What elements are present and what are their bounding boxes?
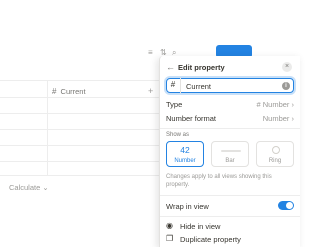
duplicate-property-label: Duplicate property	[180, 235, 241, 244]
column-header-label: Current	[60, 87, 86, 96]
divider	[160, 195, 300, 196]
edit-property-panel: ← Edit property × # Current i Type # Num…	[159, 56, 300, 247]
number-format-value[interactable]: Number ›	[263, 114, 294, 123]
table-row[interactable]	[0, 145, 160, 146]
number-type-icon: #	[52, 87, 57, 96]
show-as-ring-option[interactable]: Ring	[256, 141, 294, 167]
option-caption: Ring	[268, 158, 282, 164]
property-name-value[interactable]: Current	[186, 82, 211, 91]
show-as-label: Show as	[166, 132, 190, 138]
show-as-number-option[interactable]: 42 Number	[166, 141, 204, 167]
hide-in-view-action[interactable]: ◉ Hide in view	[166, 221, 294, 233]
table-row	[0, 97, 160, 98]
hide-in-view-label: Hide in view	[180, 222, 221, 231]
panel-header: ← Edit property ×	[166, 61, 294, 75]
close-icon[interactable]: ×	[282, 62, 292, 72]
number-format-row[interactable]: Number format Number ›	[166, 113, 294, 125]
duplicate-property-action[interactable]: ❐ Duplicate property	[166, 234, 294, 246]
wrap-in-view-toggle[interactable]	[278, 201, 294, 210]
table-row[interactable]	[0, 113, 160, 114]
type-row[interactable]: Type # Number ›	[166, 99, 294, 111]
table-row	[0, 175, 160, 176]
type-label: Type	[166, 100, 183, 109]
eye-icon: ◉	[166, 221, 173, 230]
wrap-in-view-label: Wrap in view	[166, 202, 209, 211]
duplicate-icon: ❐	[166, 234, 174, 243]
table-row[interactable]	[0, 161, 160, 162]
table-row	[0, 80, 160, 81]
option-caption: Number	[174, 158, 196, 164]
divider	[160, 216, 300, 217]
show-as-bar-option[interactable]: Bar	[211, 141, 249, 167]
back-arrow-icon[interactable]: ←	[166, 62, 175, 72]
type-value[interactable]: # Number ›	[256, 100, 294, 109]
divider	[160, 128, 300, 129]
table-row[interactable]	[0, 129, 160, 130]
calculate-button[interactable]: Calculate ⌄	[9, 183, 49, 192]
number-preview: 42	[180, 145, 190, 155]
column-divider	[47, 80, 48, 175]
option-caption: Bar	[225, 158, 235, 164]
column-header-current[interactable]: # Current	[52, 87, 86, 96]
show-as-note: Changes apply to all views showing this …	[166, 174, 272, 188]
filter-icon[interactable]: ≡	[148, 49, 153, 57]
ring-preview-icon	[272, 146, 280, 154]
wrap-in-view-row[interactable]: Wrap in view	[166, 201, 294, 213]
add-column-button[interactable]: +	[148, 86, 153, 96]
info-icon[interactable]: i	[282, 82, 290, 90]
number-type-icon[interactable]: #	[166, 78, 181, 93]
panel-title: Edit property	[178, 63, 225, 72]
property-name-field[interactable]: # Current i	[166, 78, 294, 93]
number-format-label: Number format	[166, 114, 217, 123]
bar-preview-icon	[221, 150, 241, 152]
